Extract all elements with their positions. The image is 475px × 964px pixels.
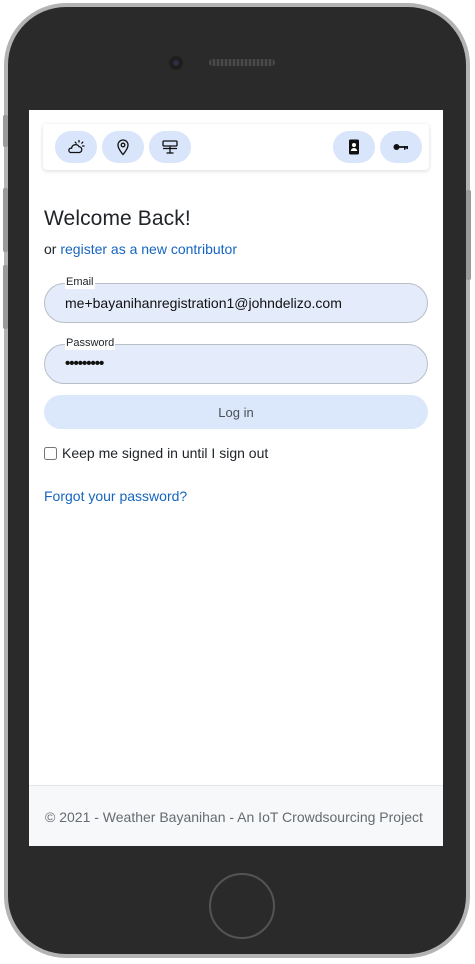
- password-label: Password: [65, 337, 116, 350]
- email-input[interactable]: [65, 295, 415, 311]
- nav-profile-button[interactable]: [333, 131, 375, 163]
- top-navbar: [43, 124, 429, 170]
- weather-station-icon: [162, 140, 178, 154]
- login-button[interactable]: Log in: [44, 395, 428, 429]
- nav-weather-button[interactable]: [55, 131, 97, 163]
- register-prompt: or register as a new contributor: [44, 241, 237, 257]
- password-input[interactable]: [65, 355, 415, 372]
- cloud-sun-icon: [68, 139, 85, 154]
- footer: © 2021 - Weather Bayanihan - An IoT Crow…: [29, 785, 443, 846]
- forgot-password-link[interactable]: Forgot your password?: [44, 488, 187, 504]
- register-link[interactable]: register as a new contributor: [60, 241, 237, 257]
- email-label: Email: [65, 276, 95, 289]
- home-button[interactable]: [209, 873, 275, 939]
- password-field[interactable]: Password: [44, 337, 428, 384]
- contact-card-icon: [349, 139, 359, 155]
- nav-stations-button[interactable]: [149, 131, 191, 163]
- nav-map-button[interactable]: [102, 131, 144, 163]
- app-screen: Welcome Back! or register as a new contr…: [29, 110, 443, 846]
- phone-power-button: [466, 190, 471, 280]
- register-prefix: or: [44, 241, 61, 257]
- nav-login-button[interactable]: [380, 131, 422, 163]
- keep-signed-in-checkbox[interactable]: [44, 446, 57, 460]
- keep-signed-in-option[interactable]: Keep me signed in until I sign out: [44, 445, 268, 461]
- front-camera: [169, 56, 183, 70]
- key-icon: [393, 144, 408, 150]
- footer-copyright: © 2021 - Weather Bayanihan - An IoT Crow…: [45, 809, 423, 825]
- page-title: Welcome Back!: [44, 207, 191, 230]
- map-pin-icon: [117, 139, 129, 156]
- keep-signed-in-label: Keep me signed in until I sign out: [62, 445, 269, 461]
- email-field[interactable]: Email: [44, 276, 428, 323]
- earpiece-speaker: [209, 59, 275, 66]
